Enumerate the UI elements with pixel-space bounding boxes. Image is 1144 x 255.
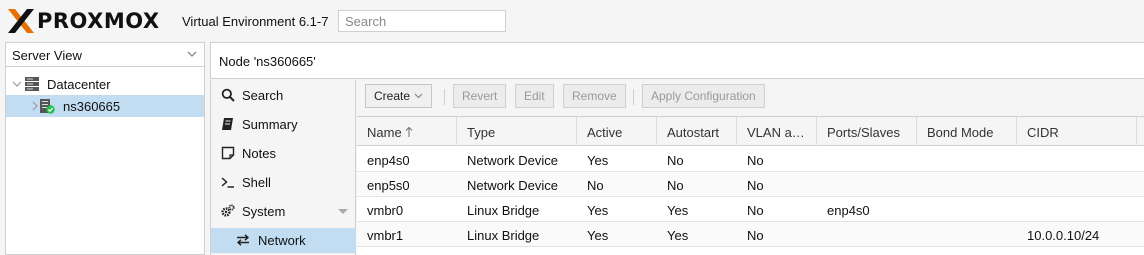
table-row[interactable]: vmbr0 Linux Bridge Yes Yes No enp4s0 xyxy=(357,197,1144,222)
toolbar-separator xyxy=(633,89,634,105)
expand-caret-icon[interactable] xyxy=(338,209,348,214)
cell-name: vmbr1 xyxy=(367,228,404,243)
cell-type: Network Device xyxy=(467,178,559,193)
cell-autostart: Yes xyxy=(667,203,689,218)
edit-button[interactable]: Edit xyxy=(515,84,554,108)
table-row[interactable]: enp4s0 Network Device Yes No No xyxy=(357,147,1144,172)
table-row[interactable]: vmbr1 Linux Bridge Yes Yes No 10.0.0.10/… xyxy=(357,222,1144,247)
cell-ports-slaves xyxy=(817,222,917,247)
proxmox-x-icon xyxy=(8,9,34,33)
cell-bond-mode xyxy=(917,147,1017,172)
menu-item-notes[interactable]: Notes xyxy=(211,141,356,166)
node-title-bar: Node 'ns360665' xyxy=(210,42,1144,79)
cell-autostart: Yes xyxy=(667,228,689,243)
column-header-bond-mode[interactable]: Bond Mode xyxy=(917,117,1017,146)
column-header-active[interactable]: Active xyxy=(577,117,657,146)
create-button-label: Create xyxy=(374,89,411,103)
menu-item-label: System xyxy=(242,204,286,219)
cell-vlan-aware: No xyxy=(747,228,764,243)
cell-vlan-aware: No xyxy=(747,203,764,218)
logo-text: PROXMOX xyxy=(37,9,160,33)
cell-active: No xyxy=(587,178,604,193)
cell-active: Yes xyxy=(587,203,609,218)
menu-item-label: Notes xyxy=(242,146,276,161)
server-view-select[interactable]: Server View xyxy=(6,43,204,67)
menu-item-system[interactable]: System xyxy=(211,199,356,224)
column-header-label: Name xyxy=(367,125,402,140)
search-icon xyxy=(221,88,235,102)
menu-item-label: Shell xyxy=(242,175,271,190)
datacenter-icon xyxy=(25,77,39,91)
terminal-icon xyxy=(221,177,234,188)
column-header-vlan-aware[interactable]: VLAN a… xyxy=(737,117,817,146)
cell-active: Yes xyxy=(587,153,609,168)
cell-name: enp5s0 xyxy=(367,178,410,193)
cell-bond-mode xyxy=(917,222,1017,247)
column-header-name[interactable]: Name xyxy=(357,117,457,146)
top-header: PROXMOX Virtual Environment 6.1-7 xyxy=(0,0,1144,42)
cell-type: Linux Bridge xyxy=(467,228,540,243)
cell-name: vmbr0 xyxy=(367,203,404,218)
node-online-icon xyxy=(40,99,55,114)
cell-ports-slaves xyxy=(817,147,917,172)
global-search-input[interactable] xyxy=(338,10,506,32)
cell-cidr: 10.0.0.10/24 xyxy=(1027,228,1100,243)
cell-ports-slaves xyxy=(817,172,917,197)
chevron-down-icon xyxy=(187,51,197,57)
chevron-down-icon xyxy=(414,93,423,99)
tree-item-node[interactable]: ns360665 xyxy=(6,95,204,117)
remove-button[interactable]: Remove xyxy=(563,84,626,108)
menu-item-network[interactable]: Network xyxy=(211,228,356,253)
table-row[interactable]: enp5s0 Network Device No No No xyxy=(357,172,1144,197)
apply-configuration-button[interactable]: Apply Configuration xyxy=(642,84,765,108)
tree-collapse-icon[interactable] xyxy=(12,78,22,90)
cell-cidr xyxy=(1017,147,1137,172)
cell-name: enp4s0 xyxy=(367,153,410,168)
tree-item-label: ns360665 xyxy=(63,99,121,114)
book-icon xyxy=(222,118,233,130)
column-header-type[interactable]: Type xyxy=(457,117,577,146)
cell-ports-slaves: enp4s0 xyxy=(827,203,870,218)
exchange-icon xyxy=(236,234,250,246)
proxmox-logo[interactable]: PROXMOX xyxy=(6,8,160,34)
menu-item-label: Search xyxy=(242,88,284,103)
sort-ascending-icon xyxy=(405,126,413,137)
column-header-ports-slaves[interactable]: Ports/Slaves xyxy=(817,117,917,146)
network-toolbar: Create Revert Edit Remove Apply Configur… xyxy=(357,80,1144,117)
menu-item-label: Summary xyxy=(242,117,298,132)
menu-item-search[interactable]: Search xyxy=(211,83,356,108)
cell-type: Linux Bridge xyxy=(467,203,540,218)
resource-tree-panel: Server View Datacenter ns360665 xyxy=(5,42,205,255)
cell-type: Network Device xyxy=(467,153,559,168)
cell-vlan-aware: No xyxy=(747,178,764,193)
note-icon xyxy=(221,146,235,160)
grid-header: Name Type Active Autostart VLAN a… Ports… xyxy=(357,117,1144,146)
column-header-autostart[interactable]: Autostart xyxy=(657,117,737,146)
node-menu: Search Summary Notes Shell System Networ… xyxy=(210,80,356,255)
cell-bond-mode xyxy=(917,172,1017,197)
network-panel: Create Revert Edit Remove Apply Configur… xyxy=(357,80,1144,255)
cell-autostart: No xyxy=(667,178,684,193)
cell-cidr xyxy=(1017,197,1137,222)
cell-autostart: No xyxy=(667,153,684,168)
menu-item-label: Network xyxy=(258,233,306,248)
page-title: Node 'ns360665' xyxy=(219,54,316,69)
cell-cidr xyxy=(1017,172,1137,197)
column-header-cidr[interactable]: CIDR xyxy=(1017,117,1137,146)
create-button[interactable]: Create xyxy=(365,84,433,108)
toolbar-separator xyxy=(444,89,445,105)
tree-item-label: Datacenter xyxy=(47,77,111,92)
cell-bond-mode xyxy=(917,197,1017,222)
revert-button[interactable]: Revert xyxy=(453,84,507,108)
menu-item-summary[interactable]: Summary xyxy=(211,112,356,137)
server-view-label: Server View xyxy=(12,48,82,63)
cell-vlan-aware: No xyxy=(747,153,764,168)
cogs-icon xyxy=(221,204,235,217)
version-label: Virtual Environment 6.1-7 xyxy=(182,14,329,29)
tree-item-datacenter[interactable]: Datacenter xyxy=(6,73,204,95)
cell-active: Yes xyxy=(587,228,609,243)
menu-item-shell[interactable]: Shell xyxy=(211,170,356,195)
